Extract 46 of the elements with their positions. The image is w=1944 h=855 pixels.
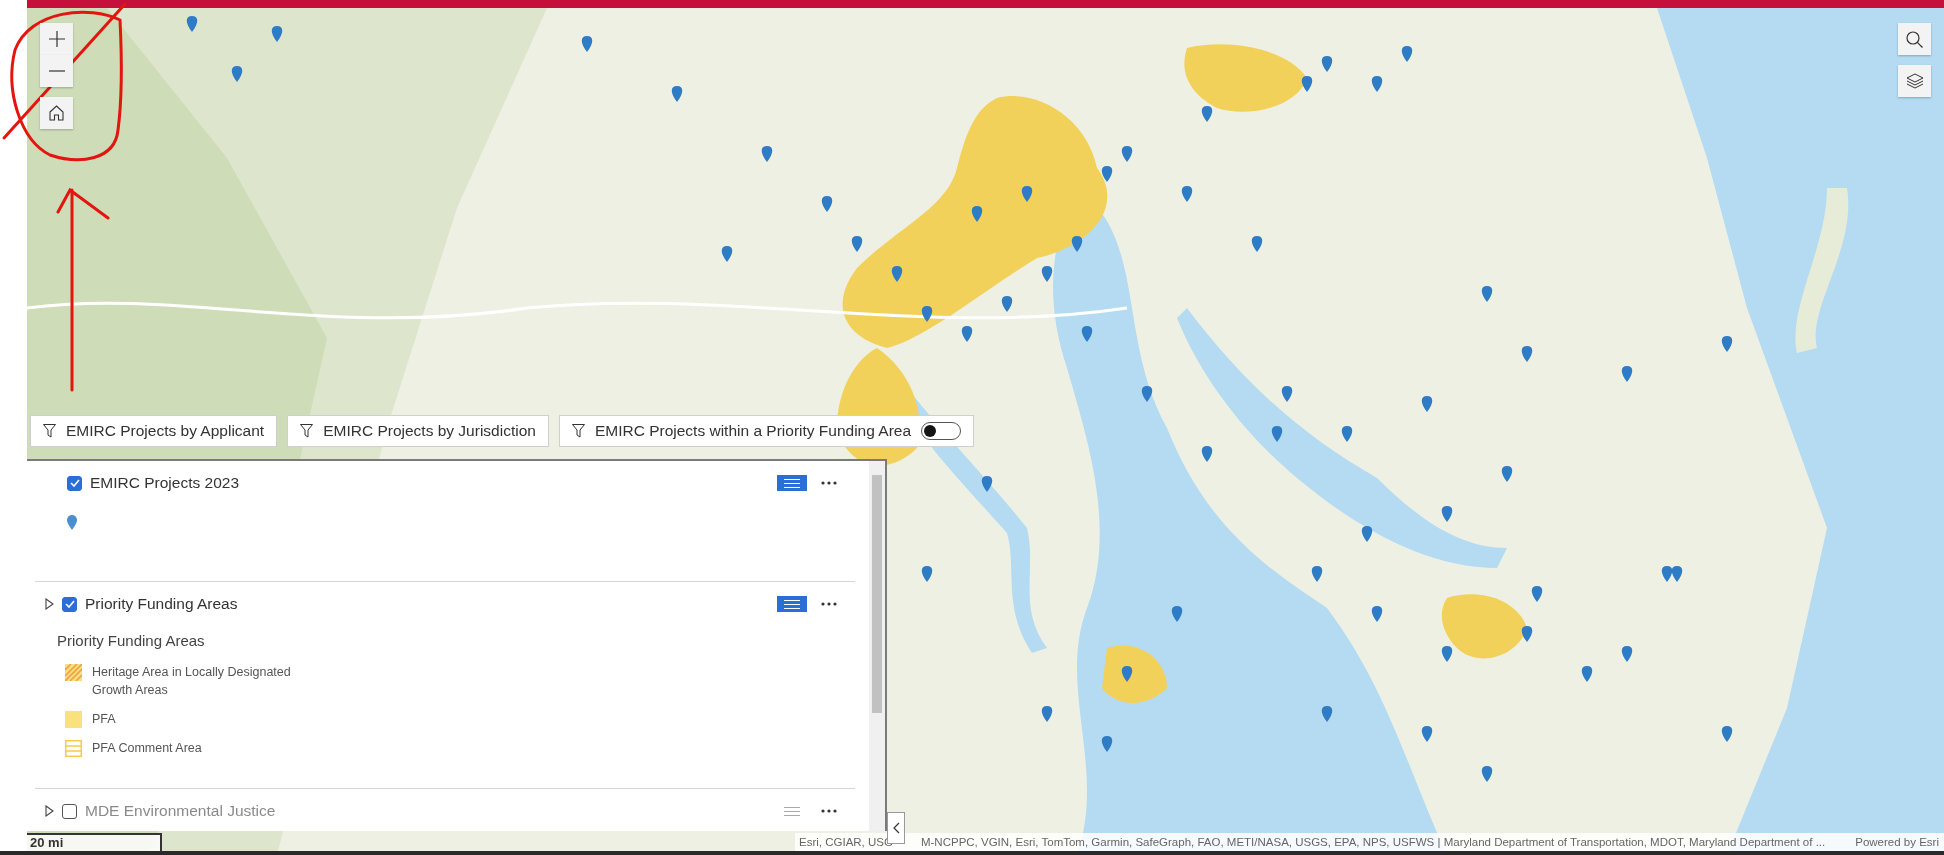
swatch-icon bbox=[65, 711, 82, 728]
filter-button[interactable]: EMIRC Projects within a Priority Funding Area bbox=[558, 415, 975, 447]
ellipsis-icon[interactable] bbox=[821, 481, 837, 485]
scrollbar[interactable] bbox=[869, 461, 885, 831]
layer-title: Priority Funding Areas bbox=[85, 595, 239, 613]
minus-icon bbox=[48, 70, 65, 72]
list-icon bbox=[784, 478, 800, 488]
caret-icon[interactable] bbox=[45, 805, 54, 817]
filter-icon bbox=[300, 424, 314, 438]
layer-title: MDE Environmental Justice bbox=[85, 802, 277, 820]
lined-swatch-icon bbox=[65, 740, 82, 757]
filter-button[interactable]: EMIRC Projects by Jurisdiction bbox=[287, 415, 549, 447]
powered-by-text: Powered by Esri bbox=[1854, 836, 1940, 848]
chevron-left-icon bbox=[892, 822, 900, 834]
legend-label: Heritage Area in Locally Designated Growth Areas bbox=[92, 664, 292, 699]
layer-checkbox[interactable] bbox=[62, 596, 77, 612]
legend-label: PFA bbox=[92, 711, 117, 728]
legend-button[interactable] bbox=[777, 475, 807, 491]
toggle-switch[interactable] bbox=[921, 422, 962, 440]
search-button[interactable] bbox=[1898, 23, 1931, 55]
layer-checkbox[interactable] bbox=[62, 803, 77, 819]
legend-title: Priority Funding Areas bbox=[57, 632, 206, 649]
filter-icon bbox=[43, 424, 56, 438]
legend-button[interactable] bbox=[777, 596, 807, 612]
home-button[interactable] bbox=[40, 97, 73, 129]
caret-icon[interactable] bbox=[45, 598, 54, 610]
layers-button[interactable] bbox=[1898, 65, 1931, 97]
attribution-text: M-NCPPC, VGIN, Esri, TomTom, Garmin, SafeGraph, FAO, METI/NASA, USGS, EPA, NPS, USFWS | Maryland Department of Transportation, MDOT, Maryland Department of ... bbox=[920, 836, 1826, 848]
ellipsis-icon[interactable] bbox=[821, 602, 837, 606]
list-icon bbox=[784, 806, 800, 816]
filter-button[interactable]: EMIRC Projects by Applicant bbox=[30, 415, 278, 447]
legend-label: PFA Comment Area bbox=[92, 740, 203, 757]
scale-bar: 20 mi bbox=[27, 833, 162, 853]
layers-icon bbox=[1905, 73, 1924, 89]
filter-icon bbox=[571, 424, 585, 438]
zoom-in-button[interactable] bbox=[40, 23, 73, 55]
pin-icon bbox=[67, 515, 77, 530]
home-icon bbox=[49, 105, 64, 121]
plus-icon bbox=[48, 31, 65, 47]
zoom-out-button[interactable] bbox=[40, 55, 73, 87]
search-icon bbox=[1906, 30, 1923, 48]
layer-checkbox[interactable] bbox=[67, 475, 82, 491]
list-icon bbox=[784, 599, 800, 609]
layer-title: EMIRC Projects 2023 bbox=[90, 474, 241, 492]
hatched-swatch-icon bbox=[65, 664, 82, 681]
ellipsis-icon[interactable] bbox=[821, 809, 837, 813]
